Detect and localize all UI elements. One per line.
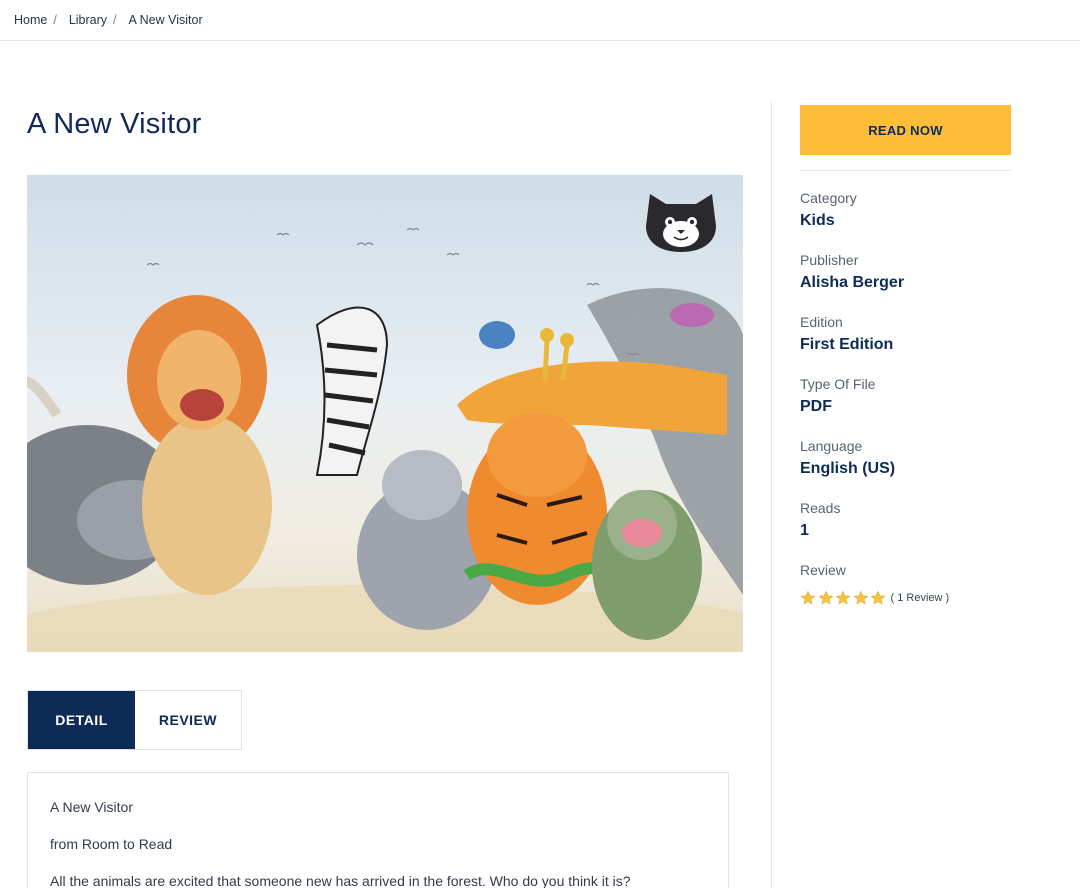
cat-face-icon xyxy=(646,194,716,252)
meta-category: Category Kids xyxy=(800,189,1060,231)
meta-file-type: Type Of File PDF xyxy=(800,375,1060,417)
book-cover-image xyxy=(27,175,743,652)
meta-edition: Edition First Edition xyxy=(800,313,1060,355)
rating: ( 1 Review ) xyxy=(800,590,949,606)
meta-label: Publisher xyxy=(800,252,859,268)
meta-value: First Edition xyxy=(800,336,894,353)
content-tabs: DETAIL REVIEW xyxy=(27,690,242,750)
meta-label: Edition xyxy=(800,314,843,330)
meta-label: Type Of File xyxy=(800,376,876,392)
read-now-button[interactable]: READ NOW xyxy=(800,105,1011,155)
meta-publisher: Publisher Alisha Berger xyxy=(800,251,1060,293)
meta-label: Reads xyxy=(800,500,841,516)
cover-illustration xyxy=(27,175,743,652)
meta-value: Kids xyxy=(800,212,835,229)
rating-stars xyxy=(800,590,888,606)
star-icon xyxy=(800,590,816,605)
breadcrumb-separator: / xyxy=(53,13,57,27)
meta-value: English (US) xyxy=(800,460,896,477)
star-icon xyxy=(853,590,868,605)
star-icon xyxy=(870,590,886,605)
meta-language: Language English (US) xyxy=(800,437,1060,479)
breadcrumb-home[interactable]: Home xyxy=(14,13,47,27)
meta-review: Review xyxy=(800,561,1060,579)
detail-source: from Room to Read xyxy=(50,836,173,852)
detail-description: All the animals are excited that someone… xyxy=(50,873,631,888)
meta-value: PDF xyxy=(800,398,832,415)
meta-label: Language xyxy=(800,438,863,454)
meta-value: Alisha Berger xyxy=(800,274,905,291)
breadcrumb: Home / Library / A New Visitor xyxy=(0,0,1080,41)
sidebar-divider xyxy=(800,170,1011,171)
star-icon xyxy=(835,590,851,605)
meta-value: 1 xyxy=(800,522,809,539)
detail-panel: A New Visitor from Room to Read All the … xyxy=(27,772,729,888)
breadcrumb-library[interactable]: Library xyxy=(69,13,107,27)
page-title: A New Visitor xyxy=(27,108,202,140)
star-icon xyxy=(818,590,833,605)
detail-title: A New Visitor xyxy=(50,799,133,815)
meta-label: Review xyxy=(800,562,846,578)
column-divider xyxy=(771,101,772,888)
breadcrumb-current: A New Visitor xyxy=(128,13,203,27)
breadcrumb-separator: / xyxy=(113,13,117,27)
review-count[interactable]: ( 1 Review ) xyxy=(891,592,950,604)
meta-reads: Reads 1 xyxy=(800,499,1060,541)
tab-review[interactable]: REVIEW xyxy=(135,691,241,749)
tab-detail[interactable]: DETAIL xyxy=(28,691,135,749)
meta-label: Category xyxy=(800,190,857,206)
